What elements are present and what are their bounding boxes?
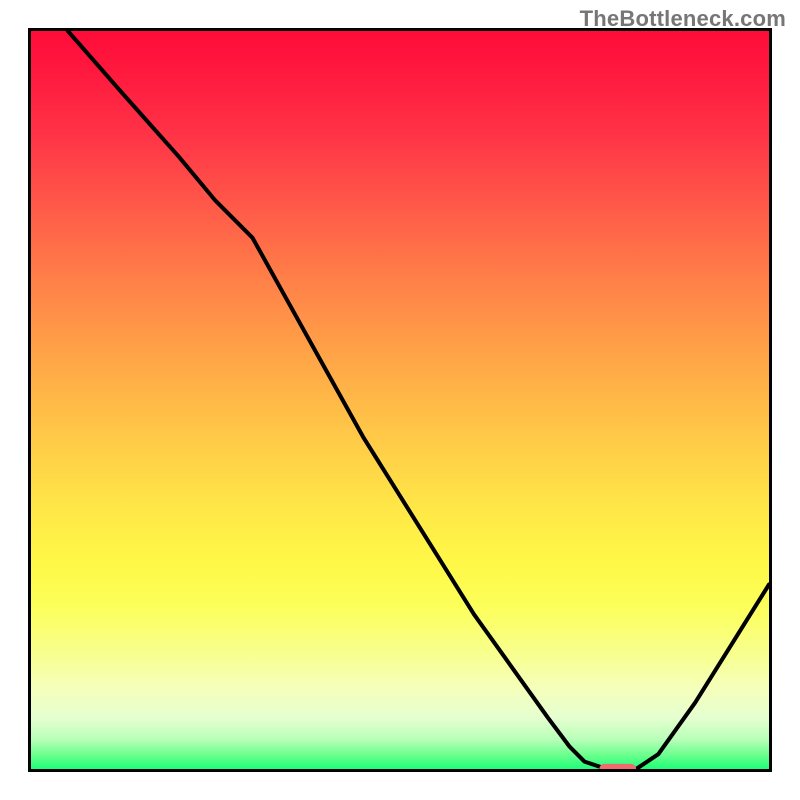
chart-stage: TheBottleneck.com (0, 0, 800, 800)
optimal-range-marker (31, 31, 769, 769)
plot-area (28, 28, 772, 772)
